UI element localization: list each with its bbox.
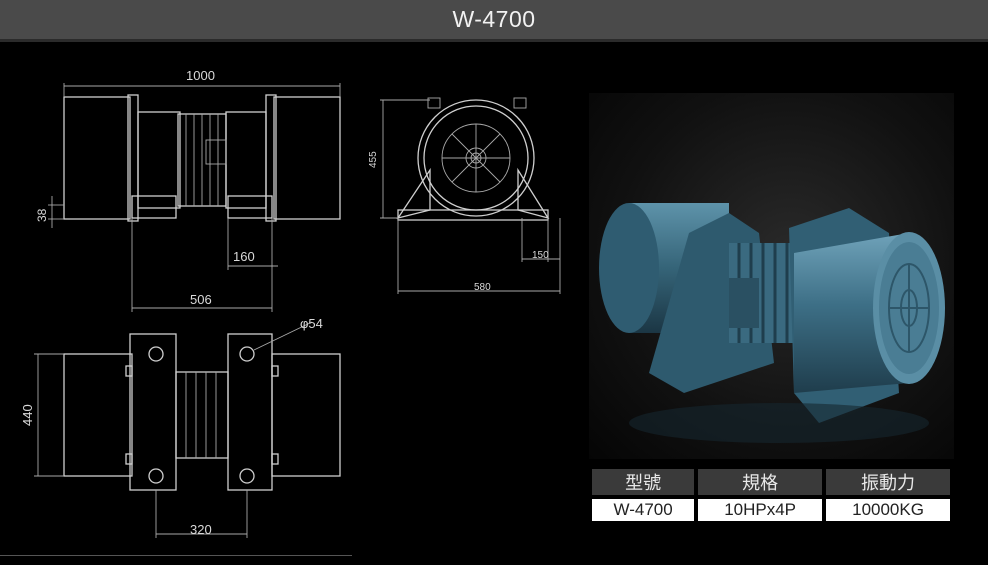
header-model: 型號: [592, 469, 695, 495]
product-photo: [589, 93, 954, 459]
dim-38: 38: [35, 208, 49, 222]
dim-440: 440: [20, 404, 35, 426]
dim-580: 580: [474, 282, 491, 293]
dim-320: 320: [190, 522, 212, 537]
header-spec: 規格: [698, 469, 823, 495]
spec-header-row: 型號 規格 振動力: [592, 469, 950, 495]
dim-150: 150: [532, 250, 549, 261]
top-view-drawing: [48, 83, 341, 312]
dim-455: 455: [368, 151, 379, 168]
dim-160: 160: [233, 249, 255, 264]
plan-view-drawing: [34, 321, 341, 538]
value-spec: 10HPx4P: [698, 499, 823, 521]
side-view-drawing: [380, 97, 561, 294]
motor-render-image: [599, 203, 945, 443]
dim-phi54: φ54: [300, 316, 323, 331]
dim-506: 506: [190, 292, 212, 307]
divider-line: [0, 555, 352, 556]
spec-table: 型號 規格 振動力 W-4700 10HPx4P 10000KG: [588, 465, 954, 525]
value-force: 10000KG: [826, 499, 950, 521]
header-force: 振動力: [826, 469, 950, 495]
dim-1000: 1000: [186, 68, 215, 83]
spec-value-row: W-4700 10HPx4P 10000KG: [592, 499, 950, 521]
value-model: W-4700: [592, 499, 695, 521]
